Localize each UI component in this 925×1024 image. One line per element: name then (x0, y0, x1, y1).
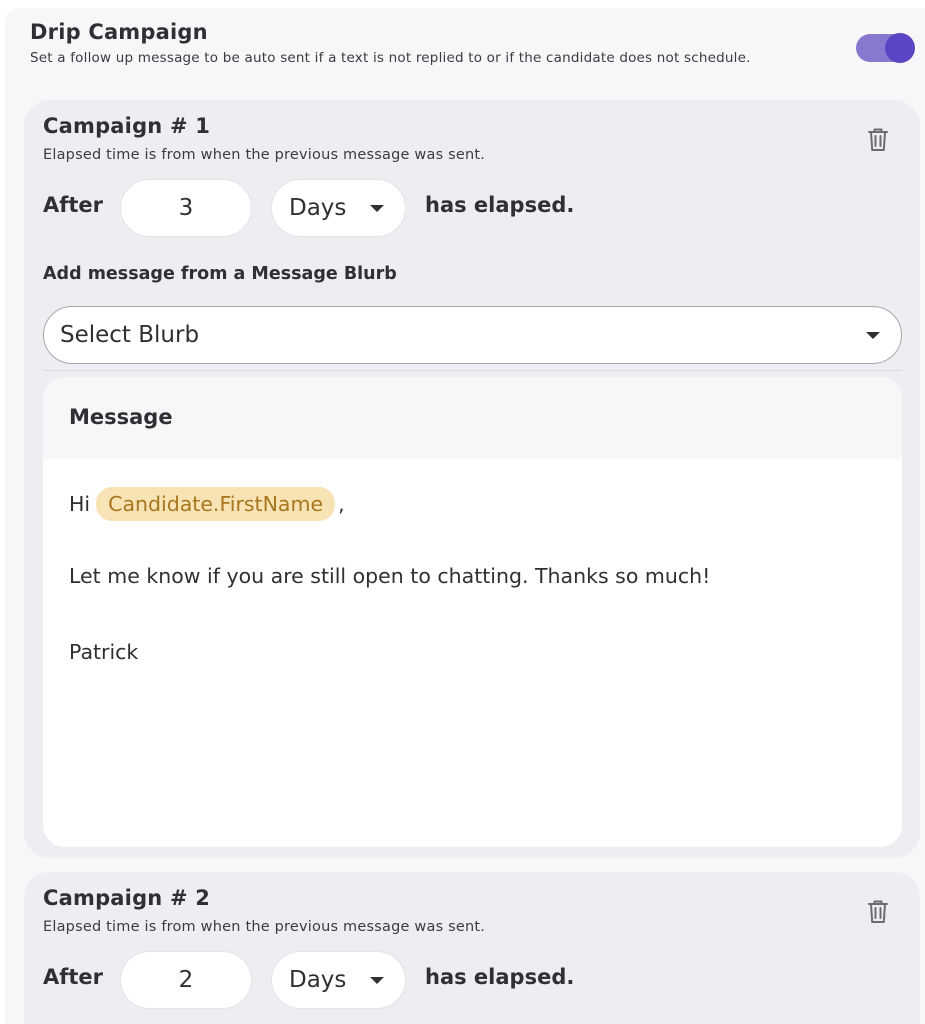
trash-icon[interactable] (865, 125, 891, 153)
greeting-comma: , (338, 492, 345, 516)
caret-down-icon (370, 977, 384, 984)
after-label: After (43, 965, 104, 989)
elapsed-unit-value: Days (289, 967, 347, 993)
drip-campaign-title: Drip Campaign (30, 20, 208, 44)
message-editor-header: Message (43, 377, 902, 459)
has-elapsed-label: has elapsed. (425, 193, 575, 217)
elapsed-amount-input[interactable]: 2 (120, 951, 252, 1009)
message-signature: Patrick (69, 640, 139, 664)
message-header-label: Message (69, 405, 173, 429)
campaign-subtitle: Elapsed time is from when the previous m… (43, 919, 486, 935)
caret-down-icon (866, 332, 880, 339)
drip-campaign-description: Set a follow up message to be auto sent … (30, 50, 751, 66)
message-blurb-select[interactable]: Select Blurb (43, 306, 902, 364)
campaign-card-2: Campaign # 2 Elapsed time is from when t… (24, 872, 920, 1024)
greeting-text: Hi (69, 492, 91, 516)
blurb-select-placeholder: Select Blurb (60, 322, 200, 348)
drip-campaign-toggle[interactable] (856, 33, 915, 63)
elapsed-unit-value: Days (289, 195, 347, 221)
message-greeting-line: Hi Candidate.FirstName , (69, 487, 345, 521)
message-blurb-label: Add message from a Message Blurb (43, 264, 397, 284)
elapsed-amount-input[interactable]: 3 (120, 179, 252, 237)
toggle-knob (885, 33, 915, 63)
trash-icon[interactable] (865, 897, 891, 925)
divider (43, 370, 902, 371)
campaign-subtitle: Elapsed time is from when the previous m… (43, 147, 486, 163)
message-editor: Message Hi Candidate.FirstName , Let me … (43, 377, 902, 847)
campaign-title: Campaign # 1 (43, 114, 211, 138)
elapsed-unit-select[interactable]: Days (271, 179, 406, 237)
campaign-card-1: Campaign # 1 Elapsed time is from when t… (24, 100, 920, 858)
has-elapsed-label: has elapsed. (425, 965, 575, 989)
caret-down-icon (370, 205, 384, 212)
campaign-title: Campaign # 2 (43, 886, 211, 910)
drip-campaign-header: Drip Campaign Set a follow up message to… (30, 20, 751, 66)
message-text-area[interactable]: Hi Candidate.FirstName , Let me know if … (69, 459, 876, 847)
after-label: After (43, 193, 104, 217)
message-body-line: Let me know if you are still open to cha… (69, 564, 711, 588)
elapsed-unit-select[interactable]: Days (271, 951, 406, 1009)
candidate-firstname-token[interactable]: Candidate.FirstName (96, 487, 336, 521)
